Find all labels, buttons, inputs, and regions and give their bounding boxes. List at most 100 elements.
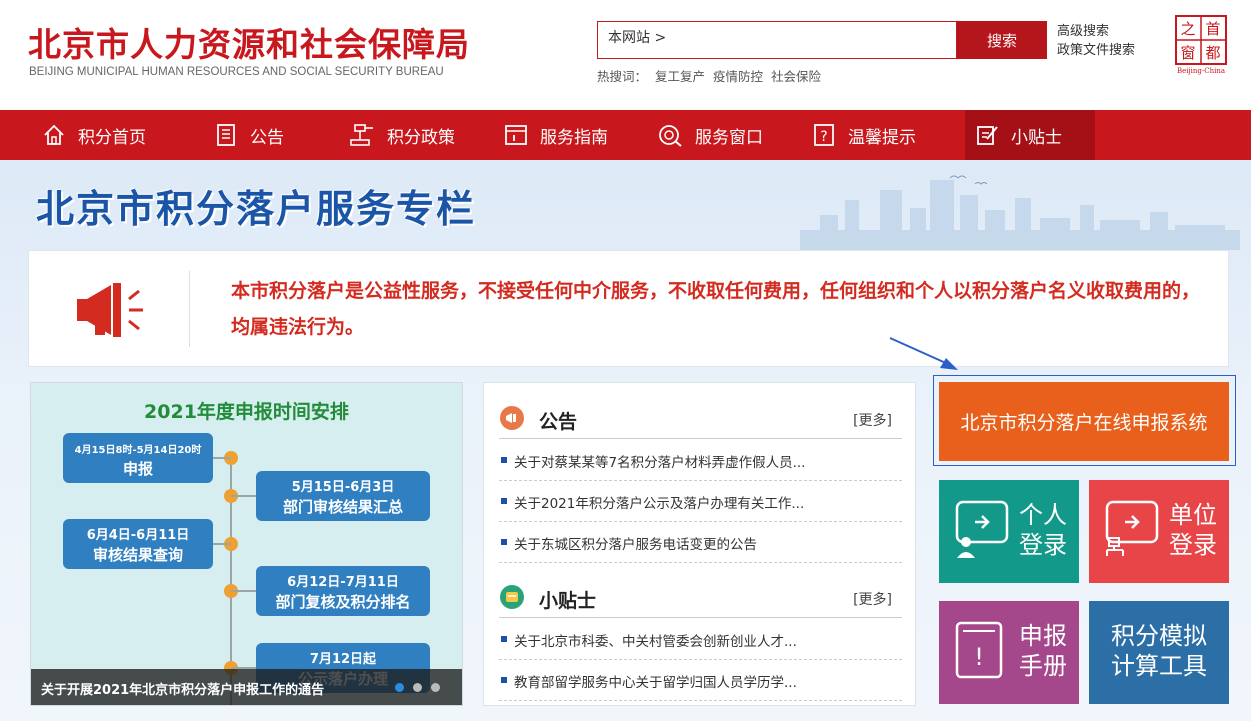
announcements-header: 公告 [更多] bbox=[499, 401, 902, 439]
manual-line: 申报 bbox=[1019, 622, 1067, 650]
policy-search-link[interactable]: 政策文件搜索 bbox=[1057, 41, 1135, 60]
capital-logo-char: 窗 bbox=[1180, 44, 1195, 62]
gavel-icon bbox=[350, 124, 373, 146]
timeline-step-date: 4月15日8时-5月14日20时 bbox=[75, 443, 202, 456]
main-nav: 积分首页 公告 积分政策 服务指南 服务窗口 ? 温馨提示 小贴士 bbox=[0, 110, 1251, 160]
pointer-arrow-icon bbox=[889, 337, 958, 370]
list-item-text[interactable]: 关于2021年积分落户公示及落户办理有关工作... bbox=[514, 492, 804, 512]
nav-item-label: 小贴士 bbox=[1011, 127, 1062, 148]
advanced-search-links: 高级搜索 政策文件搜索 bbox=[1057, 22, 1135, 60]
list-item[interactable]: 关于东城区积分落户服务电话变更的公告 bbox=[499, 522, 902, 563]
nav-item-policy[interactable]: 积分政策 bbox=[349, 110, 455, 160]
timeline-step-label: 审核结果查询 bbox=[93, 546, 183, 564]
personal-login-icon bbox=[955, 500, 1009, 558]
edit-note-icon bbox=[977, 126, 998, 145]
announcements-more-link[interactable]: [更多] bbox=[853, 410, 892, 430]
hot-search-label: 热搜词： bbox=[597, 69, 648, 84]
nav-item-label: 服务窗口 bbox=[695, 127, 763, 148]
list-item[interactable]: 关于北京市科委、中关村管委会创新创业人才... bbox=[499, 619, 902, 660]
capital-logo-char: 首 bbox=[1205, 20, 1220, 38]
site-header: 北京市人力资源和社会保障局 BEIJING MUNICIPAL HUMAN RE… bbox=[0, 0, 1251, 110]
tips-more-link[interactable]: [更多] bbox=[853, 589, 892, 609]
notice-box: 本市积分落户是公益性服务，不接受任何中介服务，不收取任何费用，任何组织和个人以积… bbox=[28, 250, 1229, 367]
nav-item-label: 公告 bbox=[250, 127, 284, 148]
schedule-timeline: 4月15日8时-5月14日20时申报 5月15日-6月3日部门审核结果汇总 6月4日… bbox=[63, 433, 430, 705]
unit-login-line: 登录 bbox=[1169, 531, 1217, 559]
search-scope-selector[interactable]: 本网站 > bbox=[608, 27, 666, 47]
calculator-line: 计算工具 bbox=[1111, 652, 1207, 680]
slide-caption[interactable]: 关于开展2021年北京市积分落户申报工作的通告 bbox=[41, 679, 324, 698]
hot-word-link[interactable]: 复工复产 bbox=[655, 69, 705, 84]
hot-word-link[interactable]: 疫情防控 bbox=[713, 69, 763, 84]
carousel-dot[interactable] bbox=[413, 683, 422, 692]
nav-item-home[interactable]: 积分首页 bbox=[42, 110, 146, 160]
capital-logo-char: 之 bbox=[1180, 20, 1195, 38]
search-button[interactable]: 搜索 bbox=[957, 21, 1047, 59]
nav-item-label: 积分政策 bbox=[387, 127, 455, 148]
capital-logo-char: 都 bbox=[1205, 44, 1220, 62]
announcement-icon bbox=[500, 406, 524, 430]
image-carousel[interactable]: 2021年度申报时间安排 4月15日8时-5月14日20时申报 5月15日-6月3… bbox=[30, 382, 463, 706]
announcements-title: 公告 bbox=[539, 411, 578, 433]
tips-icon bbox=[500, 585, 524, 609]
list-item[interactable]: 关于2021年积分落户公示及落户办理有关工作... bbox=[499, 481, 902, 522]
manual-book-icon: ! bbox=[955, 621, 1003, 679]
application-manual-button[interactable]: ! 申报 手册 bbox=[939, 601, 1079, 704]
news-panel: 公告 [更多] 关于对蔡某某等7名积分落户材料弄虚作假人员... 关于2021年… bbox=[483, 382, 916, 706]
capital-window-logo[interactable]: 之 首 窗 都 Beijing-China bbox=[1172, 14, 1230, 76]
column-title: 北京市积分落户服务专栏 bbox=[36, 187, 477, 231]
nav-item-label: 温馨提示 bbox=[848, 127, 916, 148]
personal-login-line: 登录 bbox=[1019, 531, 1067, 559]
document-icon bbox=[217, 124, 235, 146]
list-item-text[interactable]: 关于东城区积分落户服务电话变更的公告 bbox=[514, 533, 757, 553]
unit-login-icon bbox=[1105, 500, 1159, 556]
nav-item-small-tips[interactable]: 小贴士 bbox=[965, 110, 1095, 160]
personal-login-button[interactable]: 个人 登录 bbox=[939, 480, 1079, 583]
timeline-step-label: 部门复核及积分排名 bbox=[275, 593, 410, 611]
timeline-step-label: 部门审核结果汇总 bbox=[283, 498, 403, 516]
slide-caption-bar[interactable]: 关于开展2021年北京市积分落户申报工作的通告 bbox=[31, 669, 462, 705]
carousel-dot[interactable] bbox=[395, 683, 404, 692]
slide-title: 2021年度申报时间安排 bbox=[144, 401, 349, 423]
advanced-search-link[interactable]: 高级搜索 bbox=[1057, 22, 1135, 41]
points-calculator-button[interactable]: 积分模拟 计算工具 bbox=[1089, 601, 1229, 704]
list-item-text[interactable]: 教育部留学服务中心关于留学归国人员学历学... bbox=[514, 671, 797, 691]
megaphone-icon bbox=[77, 283, 143, 337]
notice-text: 本市积分落户是公益性服务，不接受任何中介服务，不收取任何费用，任何组织和个人以积… bbox=[231, 280, 1201, 338]
capital-logo-en: Beijing-China bbox=[1177, 67, 1225, 75]
nav-item-service-window[interactable]: 服务窗口 bbox=[657, 110, 763, 160]
timeline-step-date: 6月4日-6月11日 bbox=[87, 528, 190, 543]
list-item-text[interactable]: 关于北京市科委、中关村管委会创新创业人才... bbox=[514, 630, 797, 650]
calculator-line: 积分模拟 bbox=[1111, 622, 1207, 650]
list-item-text[interactable]: 关于对蔡某某等7名积分落户材料弄虚作假人员... bbox=[514, 451, 805, 471]
svg-text:?: ? bbox=[820, 129, 827, 145]
nav-item-tips[interactable]: ? 温馨提示 bbox=[812, 110, 916, 160]
svg-text:!: ! bbox=[974, 643, 984, 671]
nav-item-announcements[interactable]: 公告 bbox=[214, 110, 284, 160]
city-skyline-illustration bbox=[800, 175, 1240, 250]
timeline-step-date: 6月12日-7月11日 bbox=[287, 575, 399, 590]
personal-login-line: 个人 bbox=[1019, 501, 1067, 529]
timeline-step-date: 7月12日起 bbox=[310, 651, 377, 667]
site-logo-subtitle: BEIJING MUNICIPAL HUMAN RESOURCES AND SO… bbox=[29, 66, 444, 78]
carousel-dot[interactable] bbox=[431, 683, 440, 692]
hot-search-words: 热搜词： 复工复产 疫情防控 社会保险 bbox=[597, 66, 825, 85]
apply-system-highlight: 北京市积分落户在线申报系统 bbox=[933, 375, 1236, 466]
notice-divider bbox=[189, 271, 190, 347]
hot-word-link[interactable]: 社会保险 bbox=[771, 69, 821, 84]
timeline-step-label: 申报 bbox=[123, 460, 153, 478]
nav-item-label: 服务指南 bbox=[540, 127, 608, 148]
guide-icon bbox=[505, 125, 527, 145]
manual-line: 手册 bbox=[1019, 652, 1067, 680]
unit-login-line: 单位 bbox=[1169, 501, 1217, 529]
list-item[interactable]: 教育部留学服务中心关于留学归国人员学历学... bbox=[499, 660, 902, 701]
search-input[interactable]: 本网站 > bbox=[597, 21, 957, 59]
unit-login-button[interactable]: 单位 登录 bbox=[1089, 480, 1229, 583]
online-apply-system-button[interactable]: 北京市积分落户在线申报系统 bbox=[939, 382, 1229, 461]
site-logo-title[interactable]: 北京市人力资源和社会保障局 bbox=[28, 18, 470, 66]
list-item[interactable]: 关于对蔡某某等7名积分落户材料弄虚作假人员... bbox=[499, 440, 902, 481]
timeline-step-date: 5月15日-6月3日 bbox=[292, 480, 395, 495]
nav-item-guide[interactable]: 服务指南 bbox=[504, 110, 608, 160]
tips-title: 小贴士 bbox=[539, 590, 597, 612]
tips-header: 小贴士 [更多] bbox=[499, 580, 902, 618]
